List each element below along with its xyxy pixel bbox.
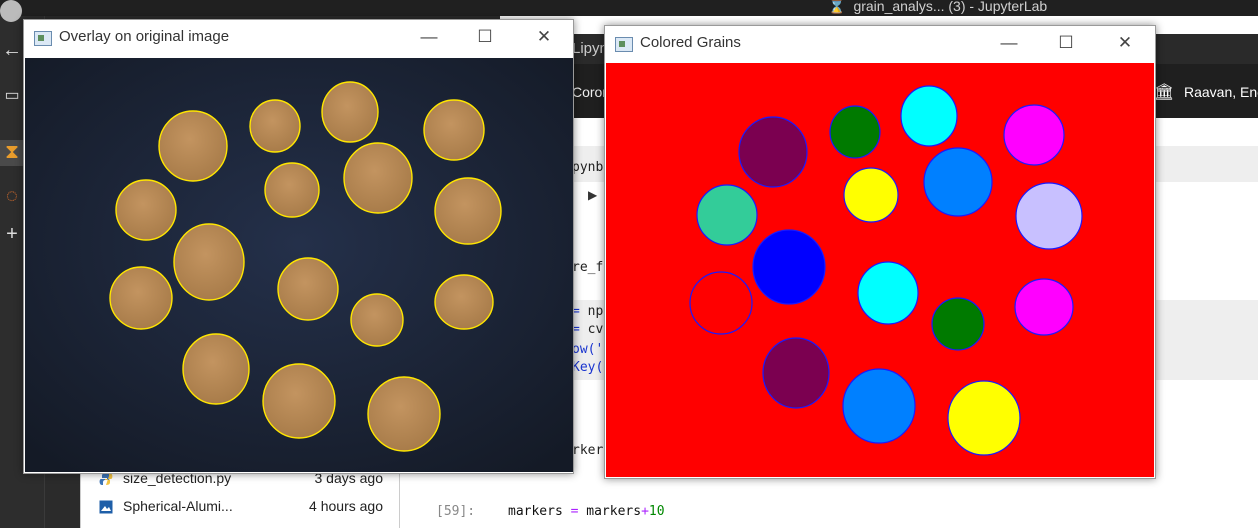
- os-window-title: ⌛ grain_analys... (3) - JupyterLab: [828, 0, 1048, 14]
- grain-contour: [434, 274, 494, 330]
- colored-grain: [696, 184, 758, 246]
- code-fragment: pynb: [572, 160, 604, 175]
- colored-grain: [829, 105, 881, 159]
- colored-grain: [689, 271, 753, 335]
- colored-grain: [843, 167, 899, 223]
- grain-contour: [109, 266, 173, 330]
- overlay-image: [25, 58, 573, 472]
- avatar[interactable]: [0, 0, 22, 22]
- grain-contour: [182, 333, 250, 405]
- window-app-icon: [615, 37, 633, 52]
- colored-grain: [1003, 104, 1065, 166]
- run-cell-icon[interactable]: ▶: [588, 188, 597, 202]
- python-file-icon: [99, 473, 113, 485]
- window-title: Overlay on original image: [59, 28, 230, 45]
- grain-contour: [343, 142, 413, 214]
- close-button[interactable]: ✕: [529, 24, 559, 50]
- window-title: Colored Grains: [640, 34, 741, 51]
- colored-grains-image: [606, 63, 1154, 477]
- grain-contour: [158, 110, 228, 182]
- overlay-window[interactable]: Overlay on original image — ☐ ✕: [23, 19, 574, 474]
- colored-grain: [931, 297, 985, 351]
- code-fragment: np: [587, 304, 604, 319]
- grain-contour: [262, 363, 336, 439]
- hourglass-icon: ⌛: [828, 0, 846, 14]
- code-fragment: rker: [572, 443, 604, 458]
- colored-grain: [857, 261, 919, 325]
- institution-icon: 🏛: [1154, 84, 1175, 101]
- notebook-tab[interactable]: Lipyn: [572, 40, 608, 57]
- cell-code[interactable]: markers = markers+10: [508, 504, 665, 519]
- grain-contour: [277, 257, 339, 321]
- colored-grain: [900, 85, 958, 147]
- minimize-button[interactable]: —: [414, 24, 444, 50]
- code-fragment: re_f: [572, 260, 604, 275]
- colored-grain: [738, 116, 808, 188]
- image-file-icon: [99, 500, 113, 514]
- grain-contour: [249, 99, 301, 153]
- os-titlebar: ⌛ grain_analys... (3) - JupyterLab: [0, 0, 1258, 16]
- colored-grain: [1014, 278, 1074, 336]
- jupyter-icon[interactable]: ◌: [0, 184, 24, 208]
- grain-contour: [350, 293, 404, 347]
- minimize-button[interactable]: —: [994, 30, 1024, 56]
- code-fragment: Key(: [572, 360, 604, 375]
- file-item[interactable]: Spherical-Alumi... 4 hours ago: [81, 494, 399, 520]
- colored-grain: [947, 380, 1021, 456]
- grain-contour: [367, 376, 441, 452]
- colored-grain: [923, 147, 993, 217]
- grain-contour: [434, 177, 502, 245]
- toolbar-user-text[interactable]: Raavan, Ene: [1184, 84, 1258, 100]
- window-app-icon: [34, 31, 52, 46]
- grain-contour: [423, 99, 485, 161]
- colored-grain: [752, 229, 826, 305]
- colored-grains-window[interactable]: Colored Grains — ☐ ✕: [604, 25, 1156, 479]
- cell-prompt: [59]:: [436, 504, 476, 519]
- open-tabs-icon[interactable]: ▭: [0, 84, 24, 108]
- colored-grain: [842, 368, 916, 444]
- window-titlebar[interactable]: Colored Grains — ☐ ✕: [605, 26, 1155, 60]
- close-button[interactable]: ✕: [1110, 30, 1140, 56]
- colored-grain: [762, 337, 830, 409]
- window-titlebar[interactable]: Overlay on original image — ☐ ✕: [24, 20, 573, 54]
- maximize-button[interactable]: ☐: [470, 24, 500, 50]
- add-icon[interactable]: +: [0, 222, 24, 246]
- grain-contour: [173, 223, 245, 301]
- colored-grain: [1015, 182, 1083, 250]
- code-fragment: cv: [587, 322, 604, 337]
- running-hourglass-icon[interactable]: ⧗: [0, 140, 24, 164]
- maximize-button[interactable]: ☐: [1051, 30, 1081, 56]
- grain-contour: [115, 179, 177, 241]
- code-fragment: ow(': [572, 342, 604, 357]
- grain-contour: [321, 81, 379, 143]
- grain-contour: [264, 162, 320, 218]
- back-arrow-icon[interactable]: ←: [0, 38, 24, 62]
